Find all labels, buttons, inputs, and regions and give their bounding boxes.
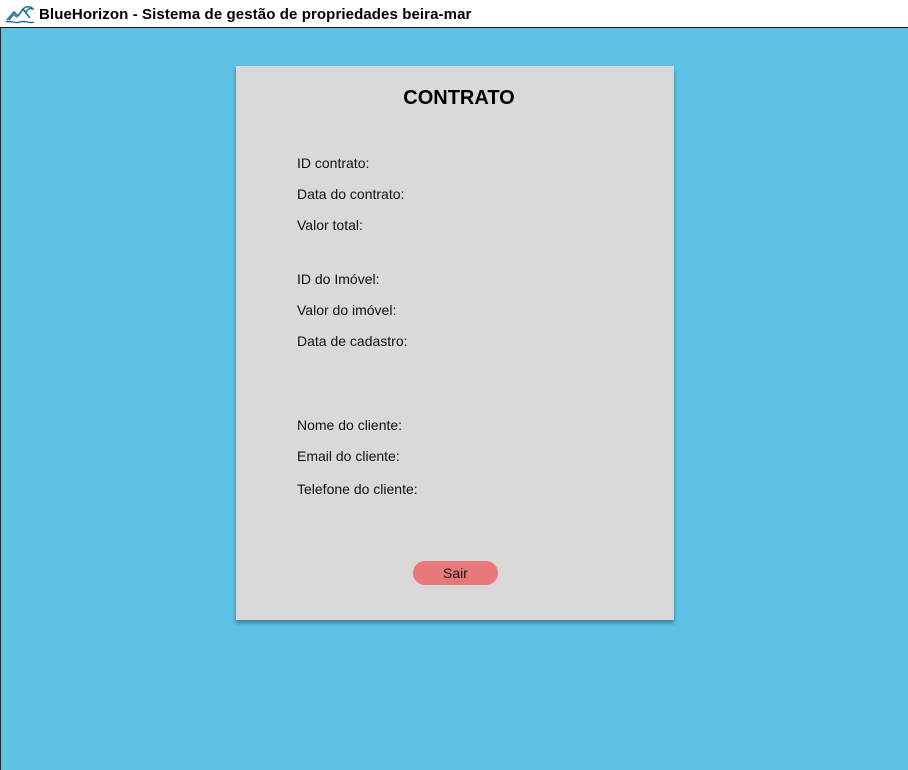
mountain-wave-icon bbox=[6, 6, 34, 24]
contract-total-label: Valor total: bbox=[297, 217, 363, 233]
main-content: CONTRATO ID contrato: Data do contrato: … bbox=[0, 28, 908, 770]
card-title: CONTRATO bbox=[403, 87, 515, 109]
app-window: BlueHorizon - Sistema de gestão de propr… bbox=[0, 0, 908, 770]
contract-date-label: Data do contrato: bbox=[297, 186, 405, 202]
exit-button[interactable]: Sair bbox=[413, 561, 498, 585]
client-phone-label: Telefone do cliente: bbox=[297, 481, 418, 497]
title-bar: BlueHorizon - Sistema de gestão de propr… bbox=[0, 0, 908, 28]
property-id-label: ID do Imóvel: bbox=[297, 271, 380, 287]
client-email-label: Email do cliente: bbox=[297, 448, 400, 464]
contract-id-label: ID contrato: bbox=[297, 155, 370, 171]
client-name-label: Nome do cliente: bbox=[297, 417, 403, 433]
contract-card: CONTRATO ID contrato: Data do contrato: … bbox=[236, 66, 674, 620]
app-title: BlueHorizon - Sistema de gestão de propr… bbox=[39, 6, 472, 23]
property-registration-date-label: Data de cadastro: bbox=[297, 333, 408, 349]
property-value-label: Valor do imóvel: bbox=[297, 302, 397, 318]
